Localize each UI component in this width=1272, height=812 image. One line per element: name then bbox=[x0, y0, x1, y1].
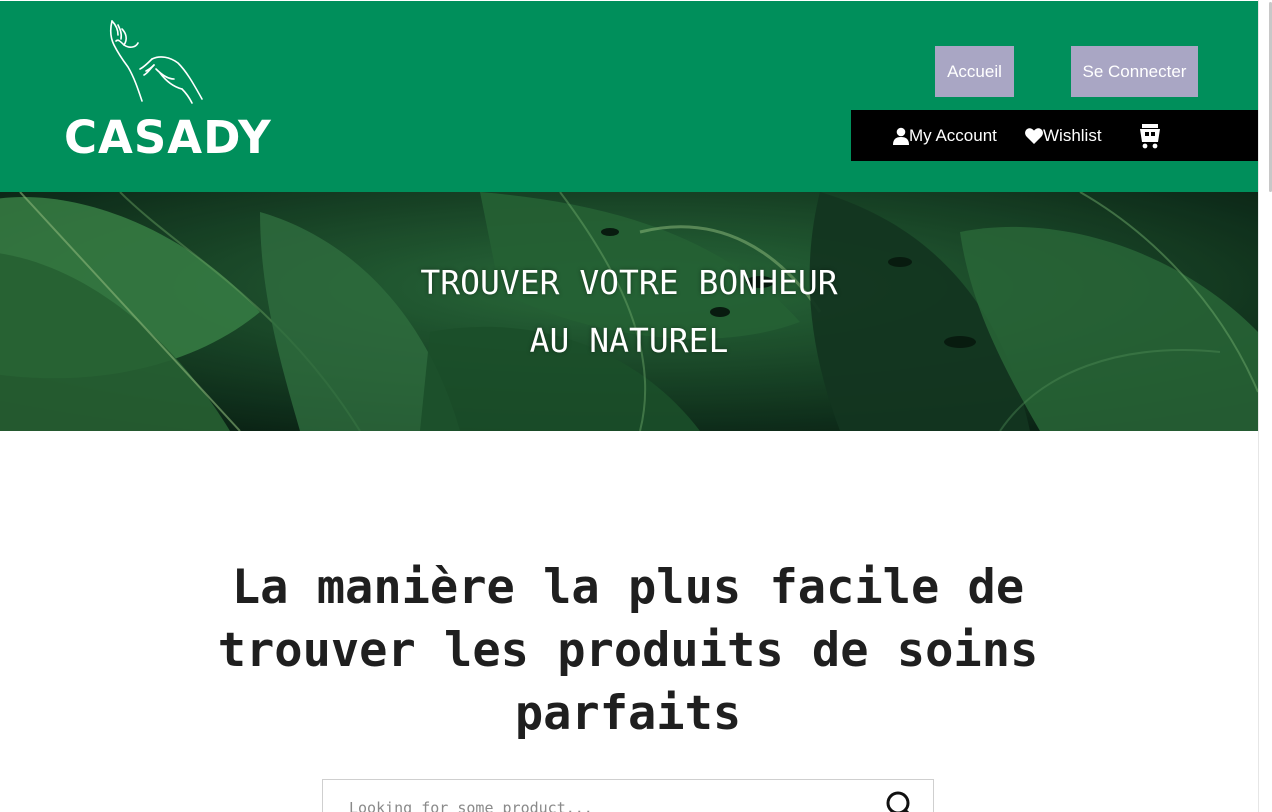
user-icon bbox=[893, 127, 909, 145]
hands-logo-icon bbox=[109, 20, 203, 104]
nav-button-accueil[interactable]: Accueil bbox=[935, 46, 1014, 97]
account-bar: My Account Wishlist bbox=[851, 110, 1258, 161]
main-heading-line3: parfaits bbox=[514, 686, 742, 741]
cart-icon bbox=[1140, 123, 1160, 148]
product-search-box bbox=[322, 779, 934, 812]
search-input[interactable] bbox=[347, 794, 871, 812]
hero-title-line2: AU NATUREL bbox=[529, 321, 729, 360]
cart-button[interactable] bbox=[1139, 110, 1161, 161]
page-scrollbar[interactable] bbox=[1258, 0, 1272, 812]
brand-logo[interactable]: CASADY bbox=[64, 19, 271, 169]
main-heading: La manière la plus facile de trouver les… bbox=[160, 556, 1096, 745]
heart-icon bbox=[1025, 127, 1043, 144]
wishlist-label: Wishlist bbox=[1043, 125, 1102, 145]
my-account-link[interactable]: My Account bbox=[893, 110, 997, 161]
search-button[interactable] bbox=[883, 788, 917, 812]
brand-name: CASADY bbox=[64, 111, 272, 164]
hero-title-line1: TROUVER VOTRE BONHEUR bbox=[420, 263, 838, 302]
my-account-label: My Account bbox=[909, 125, 997, 145]
search-icon bbox=[886, 791, 910, 812]
wishlist-link[interactable]: Wishlist bbox=[1025, 110, 1102, 161]
main-heading-line2: trouver les produits de soins bbox=[217, 623, 1039, 678]
hero-banner: TROUVER VOTRE BONHEUR AU NATUREL bbox=[0, 192, 1258, 431]
site-header: CASADY Accueil Se Connecter My Account W… bbox=[0, 1, 1258, 192]
hero-title: TROUVER VOTRE BONHEUR AU NATUREL bbox=[0, 254, 1258, 370]
main-heading-line1: La manière la plus facile de bbox=[231, 560, 1025, 615]
nav-button-se-connecter[interactable]: Se Connecter bbox=[1071, 46, 1198, 97]
page: CASADY Accueil Se Connecter My Account W… bbox=[0, 0, 1272, 812]
